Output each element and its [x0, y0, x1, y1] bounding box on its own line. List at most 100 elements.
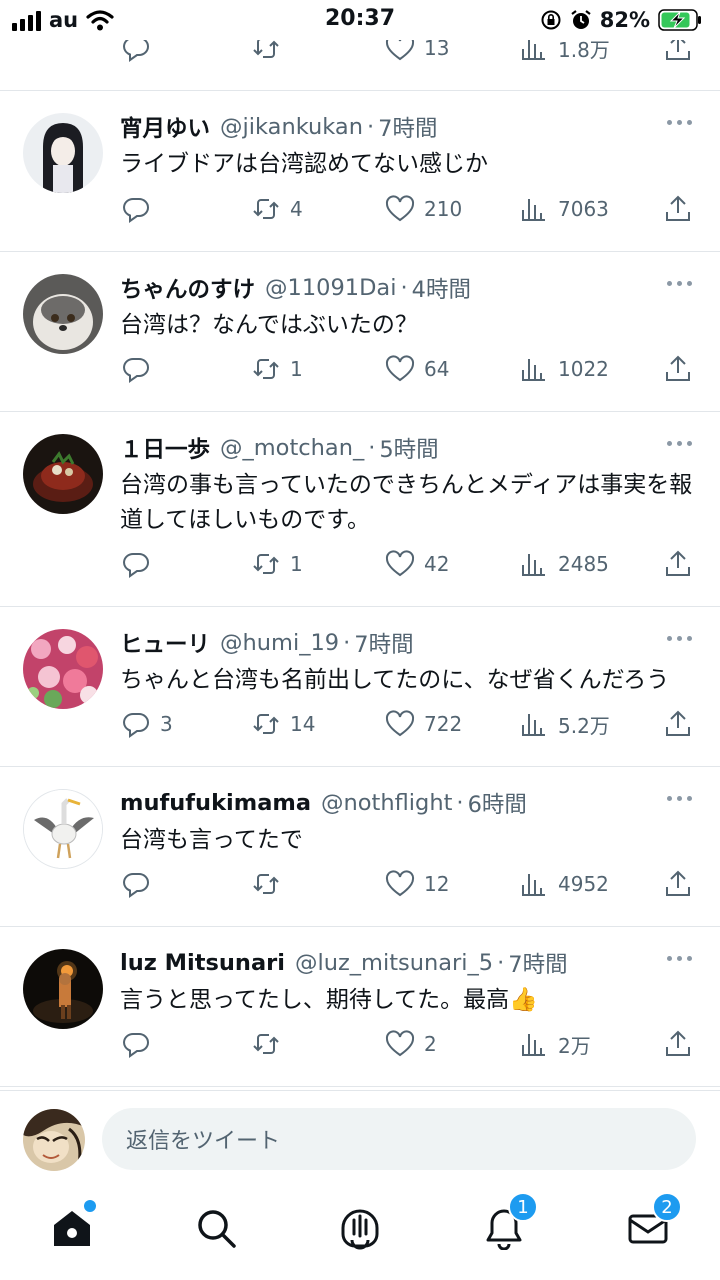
display-name[interactable]: 宵月ゆい [120, 111, 210, 143]
reply-button[interactable] [120, 189, 160, 229]
tweet-header: ヒューリ @humi_19 · 7時間 [120, 625, 702, 661]
views-icon [522, 1034, 545, 1056]
like-button[interactable]: 2 [384, 1024, 437, 1064]
more-icon[interactable] [667, 625, 692, 651]
notifications-badge: 1 [508, 1192, 538, 1222]
views-button[interactable]: 2485 [518, 544, 609, 584]
like-button[interactable]: 722 [384, 704, 462, 744]
tab-messages[interactable]: 2 [618, 1192, 682, 1258]
status-bar: au 20:37 82% [0, 0, 720, 40]
share-button[interactable] [662, 864, 694, 904]
tab-search[interactable] [186, 1198, 246, 1258]
views-icon [522, 874, 545, 896]
share-button[interactable] [662, 544, 694, 584]
tweet-text: 台湾の事も言っていたのできちんとメディアは事実を報道してほしいものです。 [120, 472, 693, 533]
display-name[interactable]: mufufukimama [120, 790, 311, 816]
status-right: 82% [540, 6, 702, 34]
home-icon [54, 1211, 90, 1246]
user-handle[interactable]: @jikankukan [220, 114, 363, 140]
tweet-actions: 12 4952 [120, 864, 702, 904]
display-name[interactable]: １日一歩 [120, 432, 210, 464]
reply-input[interactable]: 返信をツイート [102, 1108, 696, 1170]
reply-button[interactable] [120, 1024, 160, 1064]
reply-button[interactable] [120, 349, 160, 389]
tweet[interactable]: luz Mitsunari @luz_mitsunari_5 · 7時間 言うと… [0, 927, 720, 1086]
separator-dot: · [400, 275, 408, 301]
tab-home[interactable] [42, 1198, 102, 1258]
reply-button[interactable]: 3 [120, 704, 173, 744]
share-button[interactable] [662, 189, 694, 229]
tweet-text: ちゃんと台湾も名前出してたのに、なぜ省くんだろう [120, 667, 670, 693]
tweet-text: 言うと思ってたし、期待してた。最高👍 [120, 987, 538, 1013]
reply-feed[interactable]: 13 1.8万 宵月ゆい @jikankukan · 7時間 ライブドアは台湾認… [0, 0, 720, 1090]
user-handle[interactable]: @11091Dai [265, 275, 396, 301]
display-name[interactable]: ヒューリ [120, 627, 210, 659]
retweet-button[interactable] [250, 1024, 290, 1064]
tweet[interactable]: １日一歩 @_motchan_ · 5時間 台湾の事も言っていたのできちんとメデ… [0, 412, 720, 606]
tweet-header: mufufukimama @nothflight · 6時間 [120, 785, 702, 821]
tab-spaces[interactable] [330, 1198, 390, 1258]
share-icon [666, 1030, 690, 1056]
like-icon [385, 710, 415, 737]
user-handle[interactable]: @humi_19 [220, 630, 339, 656]
avatar[interactable] [23, 629, 103, 709]
like-button[interactable]: 210 [384, 189, 462, 229]
tweet-age: 4時間 [411, 277, 471, 303]
tweet[interactable]: mufufukimama @nothflight · 6時間 台湾も言ってたで … [0, 767, 720, 926]
like-count: 42 [424, 552, 450, 576]
more-icon[interactable] [667, 109, 692, 135]
views-button[interactable]: 4952 [518, 864, 609, 904]
more-icon[interactable] [667, 945, 692, 971]
tweet[interactable]: ちゃんのすけ @11091Dai · 4時間 台湾は？なんではぶいたの？ 1 6… [0, 252, 720, 411]
views-button[interactable]: 1022 [518, 349, 609, 389]
share-button[interactable] [662, 704, 694, 744]
retweet-button[interactable] [250, 864, 290, 904]
views-icon [522, 714, 545, 736]
lock-rotation-icon [541, 10, 561, 30]
user-handle[interactable]: @nothflight [321, 790, 452, 816]
my-avatar[interactable] [23, 1109, 85, 1171]
reply-icon [123, 1033, 149, 1058]
views-button[interactable]: 5.2万 [518, 704, 610, 744]
more-icon[interactable] [667, 785, 692, 811]
separator-dot: · [368, 435, 376, 461]
retweet-button[interactable]: 4 [250, 189, 303, 229]
user-handle[interactable]: @luz_mitsunari_5 [295, 950, 493, 976]
reply-button[interactable] [120, 544, 160, 584]
retweet-button[interactable]: 1 [250, 349, 303, 389]
tweet[interactable]: 宵月ゆい @jikankukan · 7時間 ライブドアは台湾認めてない感じか … [0, 91, 720, 251]
avatar[interactable] [23, 949, 103, 1029]
views-button[interactable]: 2万 [518, 1024, 591, 1064]
display-name[interactable]: luz Mitsunari [120, 950, 285, 976]
retweet-button[interactable]: 14 [250, 704, 315, 744]
retweet-icon [253, 1034, 279, 1054]
like-button[interactable]: 12 [384, 864, 449, 904]
user-handle[interactable]: @_motchan_ [220, 435, 364, 461]
tweet-header: 宵月ゆい @jikankukan · 7時間 [120, 109, 702, 145]
avatar[interactable] [23, 274, 103, 354]
tab-notifications[interactable]: 1 [474, 1192, 538, 1258]
avatar[interactable] [23, 789, 103, 869]
display-name[interactable]: ちゃんのすけ [120, 272, 255, 304]
retweet-icon [253, 714, 279, 734]
avatar[interactable] [23, 113, 103, 193]
retweet-count: 4 [290, 197, 303, 221]
tweet[interactable]: ヒューリ @humi_19 · 7時間 ちゃんと台湾も名前出してたのに、なぜ省く… [0, 607, 720, 766]
more-icon[interactable] [667, 430, 692, 456]
share-button[interactable] [662, 1024, 694, 1064]
avatar[interactable] [23, 434, 103, 514]
like-button[interactable]: 42 [384, 544, 449, 584]
messages-badge: 2 [652, 1192, 682, 1222]
reply-icon [123, 198, 149, 223]
like-count: 64 [424, 357, 450, 381]
retweet-button[interactable]: 1 [250, 544, 303, 584]
reply-icon [123, 713, 149, 738]
reply-button[interactable] [120, 864, 160, 904]
like-count: 210 [424, 197, 463, 221]
like-button[interactable]: 64 [384, 349, 449, 389]
share-button[interactable] [662, 349, 694, 389]
battery-percent: 82% [599, 8, 650, 32]
spaces-icon [341, 1209, 379, 1250]
more-icon[interactable] [667, 270, 692, 296]
views-button[interactable]: 7063 [518, 189, 609, 229]
